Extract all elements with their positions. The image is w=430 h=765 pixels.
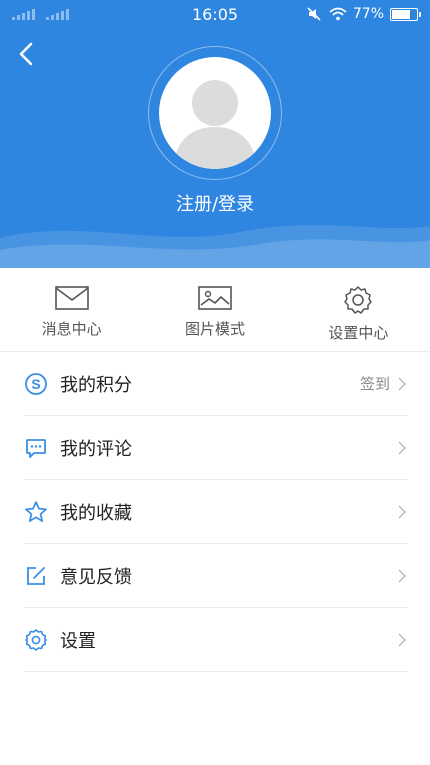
gear-icon	[344, 286, 373, 314]
battery-icon	[390, 7, 421, 21]
settings-icon	[24, 628, 48, 652]
status-right-group: 77%	[307, 6, 421, 22]
chevron-right-icon	[398, 568, 408, 584]
menu-item-feedback[interactable]: 意见反馈	[24, 544, 408, 608]
menu-item-label: 设置	[60, 630, 96, 652]
quick-action-message-center[interactable]: 消息中心	[0, 268, 143, 351]
points-icon: S	[24, 372, 48, 396]
chevron-right-icon	[398, 632, 408, 648]
user-silhouette-icon	[173, 80, 257, 169]
menu-item-label: 意见反馈	[60, 566, 132, 588]
menu-item-label: 我的收藏	[60, 502, 132, 524]
menu-list: S 我的积分 签到 我的评论 我的收藏 意见反馈 设置	[0, 352, 430, 672]
chevron-right-icon	[398, 504, 408, 520]
quick-action-label: 消息中心	[41, 320, 102, 338]
menu-item-my-favorites[interactable]: 我的收藏	[24, 480, 408, 544]
battery-fill	[392, 9, 411, 19]
svg-text:S: S	[31, 376, 40, 392]
chevron-right-icon	[398, 376, 408, 392]
quick-action-label: 设置中心	[328, 324, 389, 342]
quick-action-settings-center[interactable]: 设置中心	[287, 268, 430, 351]
menu-item-label: 我的评论	[60, 438, 132, 460]
menu-item-my-points[interactable]: S 我的积分 签到	[24, 352, 408, 416]
chevron-right-icon	[398, 440, 408, 456]
mail-icon	[54, 286, 89, 310]
star-icon	[24, 500, 48, 524]
image-icon	[198, 286, 232, 310]
menu-item-settings[interactable]: 设置	[24, 608, 408, 672]
profile-header: 16:05 77% 注册/登录	[0, 0, 430, 268]
menu-item-label: 我的积分	[60, 374, 132, 396]
chevron-left-icon	[19, 42, 33, 66]
register-login-link[interactable]: 注册/登录	[0, 190, 430, 216]
feedback-icon	[24, 564, 48, 588]
avatar[interactable]	[159, 57, 271, 169]
comment-icon	[24, 436, 48, 460]
wifi-icon	[329, 7, 347, 21]
back-button[interactable]	[12, 38, 40, 70]
quick-action-image-mode[interactable]: 图片模式	[143, 268, 286, 351]
mute-icon	[307, 7, 321, 21]
quick-action-label: 图片模式	[184, 320, 245, 338]
status-bar: 16:05 77%	[0, 0, 430, 30]
battery-percent: 77%	[352, 6, 384, 22]
quick-actions: 消息中心 图片模式 设置中心	[0, 268, 430, 352]
header-wave-decoration	[0, 225, 430, 268]
menu-item-my-comments[interactable]: 我的评论	[24, 416, 408, 480]
sign-in-text[interactable]: 签到	[360, 373, 390, 394]
